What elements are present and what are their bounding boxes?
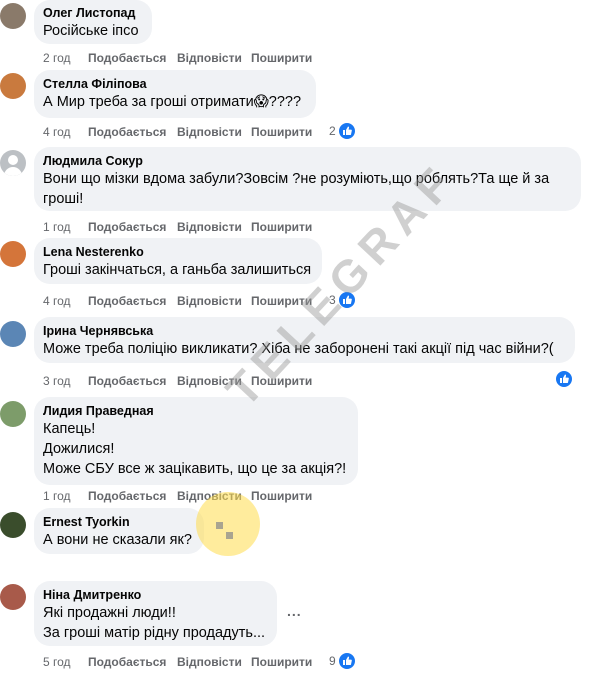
reply-button[interactable]: Відповісти	[177, 489, 242, 503]
avatar[interactable]	[0, 241, 26, 267]
comment-bubble: Лидия Праведная Капець! Дожилися! Може С…	[34, 397, 358, 485]
like-icon	[338, 291, 356, 309]
reply-button[interactable]: Відповісти	[177, 125, 242, 139]
like-button[interactable]: Подобається	[88, 489, 166, 503]
like-button[interactable]: Подобається	[88, 51, 166, 65]
comment-text: А вони не сказали як?	[43, 532, 192, 548]
reply-button[interactable]: Відповісти	[177, 374, 242, 388]
reply-button[interactable]: Відповісти	[177, 51, 242, 65]
comment-time[interactable]: 5 год	[43, 655, 71, 669]
reaction-count: 9	[329, 654, 336, 668]
share-button[interactable]: Поширити	[251, 489, 312, 503]
comment-author[interactable]: Людмила Сокур	[43, 153, 571, 169]
like-button[interactable]: Подобається	[88, 220, 166, 234]
comment-time[interactable]: 1 год	[43, 220, 71, 234]
share-button[interactable]: Поширити	[251, 655, 312, 669]
comment-bubble: Стелла Філіпова А Мир треба за гроші отр…	[34, 70, 316, 118]
comment-time[interactable]: 3 год	[43, 374, 71, 388]
avatar[interactable]	[0, 512, 26, 538]
like-icon	[555, 370, 573, 388]
reaction-count: 2	[329, 124, 336, 138]
like-icon	[338, 122, 356, 140]
avatar[interactable]	[0, 584, 26, 610]
avatar[interactable]	[0, 3, 26, 29]
share-button[interactable]: Поширити	[251, 294, 312, 308]
comment-bubble: Людмила Сокур Вони що мізки вдома забули…	[34, 147, 581, 211]
avatar[interactable]	[0, 321, 26, 347]
comment-bubble: Ірина Чернявська Може треба поліцію викл…	[34, 317, 575, 363]
reply-button[interactable]: Відповісти	[177, 655, 242, 669]
comment-time[interactable]: 4 год	[43, 294, 71, 308]
comment-author[interactable]: Олег Листопад	[43, 5, 142, 21]
comment-author[interactable]: Lena Nesterenko	[43, 244, 312, 260]
comment-bubble: Lena Nesterenko Гроші закінчаться, а ган…	[34, 238, 322, 284]
comment-text: Російське іпсо	[43, 23, 139, 39]
comment-text: Гроші закінчаться, а ганьба залишиться	[43, 262, 312, 278]
comment-text: Які продажні люди!! За гроші матір рідну…	[43, 605, 266, 641]
comment-bubble: Олег Листопад Російське іпсо	[34, 0, 152, 44]
reply-button[interactable]: Відповісти	[177, 294, 242, 308]
comment-author[interactable]: Ірина Чернявська	[43, 323, 565, 339]
comment-text: Може треба поліцію викликати? Хіба не за…	[43, 341, 554, 357]
avatar[interactable]	[0, 73, 26, 99]
comment-author[interactable]: Стелла Філіпова	[43, 76, 306, 92]
like-button[interactable]: Подобається	[88, 294, 166, 308]
like-button[interactable]: Подобається	[88, 374, 166, 388]
comment-text: Вони що мізки вдома забули?Зовсім ?не ро…	[43, 171, 550, 207]
reply-button[interactable]: Відповісти	[177, 220, 242, 234]
comment-time[interactable]: 2 год	[43, 51, 71, 65]
comment-time[interactable]: 4 год	[43, 125, 71, 139]
share-button[interactable]: Поширити	[251, 125, 312, 139]
comment-author[interactable]: Ніна Дмитренко	[43, 587, 267, 603]
comment-text: Капець! Дожилися! Може СБУ все ж зацікав…	[43, 421, 347, 477]
share-button[interactable]: Поширити	[251, 374, 312, 388]
comment-time[interactable]: 1 год	[43, 489, 71, 503]
reaction-count: 3	[329, 293, 336, 307]
avatar[interactable]	[0, 150, 26, 176]
more-options-icon[interactable]: ...	[287, 603, 302, 619]
share-button[interactable]: Поширити	[251, 51, 312, 65]
comment-author[interactable]: Лидия Праведная	[43, 403, 348, 419]
share-button[interactable]: Поширити	[251, 220, 312, 234]
like-button[interactable]: Подобається	[88, 655, 166, 669]
like-icon	[338, 652, 356, 670]
like-button[interactable]: Подобається	[88, 125, 166, 139]
comment-bubble: Ernest Tyorkin А вони не сказали як?	[34, 508, 204, 554]
comment-text: А Мир треба за гроші отримати😱????	[43, 94, 302, 110]
comment-author[interactable]: Ernest Tyorkin	[43, 514, 194, 530]
comment-bubble: Ніна Дмитренко Які продажні люди!! За гр…	[34, 581, 277, 646]
avatar[interactable]	[0, 401, 26, 427]
